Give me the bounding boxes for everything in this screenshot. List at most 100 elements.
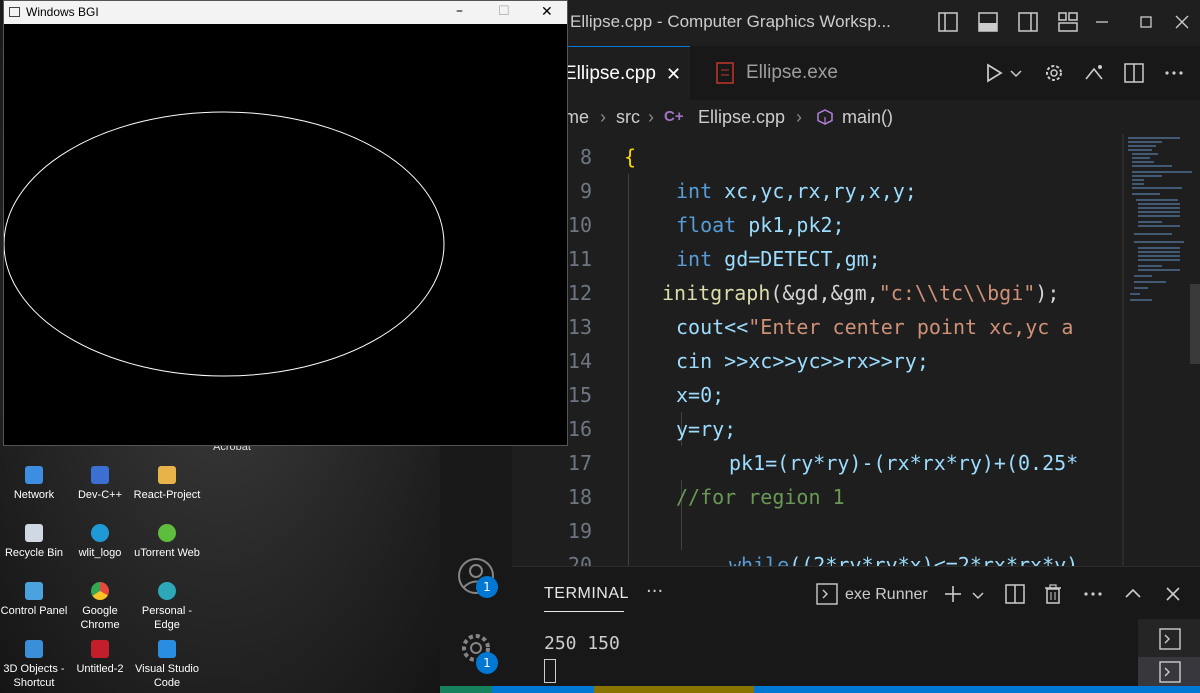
desktop-icon-control-panel[interactable]: Control Panel bbox=[0, 582, 68, 618]
terminal-runner-label[interactable]: exe Runner bbox=[845, 586, 928, 604]
bgi-maximize-button[interactable]: ☐ bbox=[498, 4, 510, 19]
bgi-close-button[interactable]: ✕ bbox=[541, 4, 553, 20]
chevron-down-icon[interactable] bbox=[970, 585, 986, 605]
app-icon bbox=[9, 7, 20, 17]
desktop-icon-label: Control Panel bbox=[0, 605, 68, 617]
desktop-icon-label: uTorrent Web bbox=[134, 547, 200, 559]
desktop-icon-wlit-logo[interactable]: wlit_logo bbox=[66, 524, 134, 560]
panel-more-icon[interactable]: ··· bbox=[646, 581, 663, 602]
status-remote bbox=[440, 686, 492, 693]
vscode-icon bbox=[158, 640, 176, 658]
desktop-icon-3d-objects[interactable]: 3D Objects - Shortcut bbox=[0, 640, 68, 690]
desktop-icon-label: Untitled-2 bbox=[76, 663, 124, 675]
desktop-icon-utorrent[interactable]: uTorrent Web bbox=[133, 524, 201, 560]
desktop-icon-untitled-2[interactable]: Untitled-2 bbox=[66, 640, 134, 676]
method-icon bbox=[817, 109, 833, 125]
desktop-icon-label: Recycle Bin bbox=[4, 547, 64, 559]
more-actions-icon[interactable] bbox=[1082, 583, 1104, 605]
desktop-icon-personal-edge[interactable]: Personal - Edge bbox=[133, 582, 201, 632]
terminal-output: 250 150 bbox=[544, 633, 620, 654]
status-segment bbox=[754, 686, 1200, 693]
desktop-icon-devcpp[interactable]: Dev-C++ bbox=[66, 466, 134, 502]
line-number: 18 bbox=[567, 485, 592, 509]
edge-icon bbox=[91, 524, 109, 542]
toggle-secondary-sidebar-icon[interactable] bbox=[1016, 10, 1040, 34]
code-editor[interactable]: 8 9 10 11 12 13 14 15 16 17 18 19 20 { i… bbox=[512, 134, 1122, 566]
new-terminal-icon[interactable] bbox=[942, 583, 964, 605]
bgi-titlebar[interactable]: Windows BGI – ☐ ✕ bbox=[4, 1, 567, 24]
terminal-instance-active[interactable] bbox=[1138, 657, 1200, 687]
desktop-icon-label: React-Project bbox=[133, 489, 201, 501]
breadcrumb-file[interactable]: Ellipse.cpp bbox=[698, 100, 785, 134]
folder-icon bbox=[158, 466, 176, 484]
customize-layout-icon[interactable] bbox=[1056, 10, 1080, 34]
terminal-cursor[interactable] bbox=[544, 659, 556, 683]
code-line: x=0; bbox=[676, 383, 725, 407]
chevron-right-icon: › bbox=[796, 107, 802, 127]
bgi-window: Windows BGI – ☐ ✕ bbox=[3, 0, 568, 446]
terminal-instance-icon[interactable] bbox=[1158, 627, 1182, 651]
desktop-icon-chrome[interactable]: Google Chrome bbox=[66, 582, 134, 632]
code-lines: { int xc,yc,rx,ry,x,y; float pk1,pk2; in… bbox=[624, 134, 1122, 566]
minimap[interactable] bbox=[1122, 134, 1200, 566]
desktop-icon-label: Dev-C++ bbox=[77, 489, 123, 501]
devcpp-icon bbox=[91, 466, 109, 484]
edge-icon bbox=[158, 582, 176, 600]
code-line: cin >>xc>>yc>>rx>>ry; bbox=[676, 349, 929, 373]
code-line: initgraph(&gd,&gm,"c:\\tc\\bgi"); bbox=[662, 281, 1060, 305]
line-number: 19 bbox=[567, 519, 592, 543]
maximize-panel-icon[interactable] bbox=[1122, 583, 1144, 605]
maximize-icon[interactable] bbox=[1134, 10, 1158, 34]
desktop-icon-vscode[interactable]: Visual Studio Code bbox=[133, 640, 201, 690]
line-number: 20 bbox=[567, 553, 592, 566]
copilot-icon[interactable] bbox=[1082, 61, 1106, 85]
toggle-panel-icon[interactable] bbox=[976, 10, 1000, 34]
terminal-panel: TERMINAL ··· exe Runner 250 150 bbox=[512, 566, 1200, 687]
terminal-tab[interactable]: TERMINAL bbox=[544, 585, 629, 603]
control-panel-icon bbox=[25, 582, 43, 600]
terminal-instance-icon bbox=[1159, 661, 1181, 683]
terminal-list bbox=[1138, 619, 1200, 687]
accounts-badge: 1 bbox=[476, 576, 498, 598]
split-editor-icon[interactable] bbox=[1122, 61, 1146, 85]
drawn-ellipse bbox=[4, 111, 445, 377]
code-line: y=ry; bbox=[676, 417, 737, 441]
toggle-primary-sidebar-icon[interactable] bbox=[936, 10, 960, 34]
bgi-minimize-button[interactable]: – bbox=[456, 3, 463, 19]
desktop-icon-label: 3D Objects - Shortcut bbox=[3, 663, 65, 689]
close-icon[interactable] bbox=[1170, 10, 1194, 34]
code-line: pk1=(ry*ry)-(rx*rx*ry)+(0.25* bbox=[729, 451, 1079, 475]
chevron-down-icon[interactable] bbox=[1008, 61, 1024, 85]
more-actions-icon[interactable] bbox=[1162, 61, 1186, 85]
breadcrumb-src[interactable]: src bbox=[616, 100, 640, 134]
window-title: Ellipse.cpp - Computer Graphics Worksp..… bbox=[570, 12, 891, 31]
code-line: int gd=DETECT,gm; bbox=[676, 247, 881, 271]
desktop-icon-recycle-bin[interactable]: Recycle Bin bbox=[0, 524, 68, 560]
terminal-tab-underline bbox=[544, 611, 624, 612]
manage-badge: 1 bbox=[476, 652, 498, 674]
minimize-icon[interactable] bbox=[1090, 10, 1114, 34]
desktop-icon-label: Personal - Edge bbox=[141, 605, 193, 631]
terminal-profile-icon bbox=[816, 583, 838, 605]
desktop-icon-network[interactable]: Network bbox=[0, 466, 68, 502]
utorrent-icon bbox=[158, 524, 176, 542]
recycle-bin-icon bbox=[25, 524, 43, 542]
tab-ellipse-exe[interactable]: Ellipse.exe bbox=[696, 46, 880, 100]
cpp-file-icon: C+ bbox=[664, 108, 684, 125]
status-bar bbox=[440, 686, 1200, 693]
desktop-icon-label: Google Chrome bbox=[80, 605, 120, 631]
chevron-right-icon: › bbox=[600, 107, 606, 127]
desktop-icon-react-project[interactable]: React-Project bbox=[133, 466, 201, 502]
run-icon[interactable] bbox=[982, 61, 1006, 85]
split-terminal-icon[interactable] bbox=[1004, 583, 1026, 605]
status-segment bbox=[492, 686, 594, 693]
code-line: while((2*ry*ry*x)<=2*rx*rx*y) bbox=[729, 553, 1079, 566]
trash-icon[interactable] bbox=[1042, 583, 1064, 605]
tab-close-icon[interactable]: ✕ bbox=[666, 47, 681, 101]
minimap-preview bbox=[1122, 134, 1200, 566]
desktop-icon-label: Visual Studio Code bbox=[134, 663, 199, 689]
3d-objects-icon bbox=[25, 640, 43, 658]
close-panel-icon[interactable] bbox=[1162, 583, 1184, 605]
gear-icon[interactable] bbox=[1042, 61, 1066, 85]
breadcrumb-symbol[interactable]: main() bbox=[842, 100, 893, 134]
